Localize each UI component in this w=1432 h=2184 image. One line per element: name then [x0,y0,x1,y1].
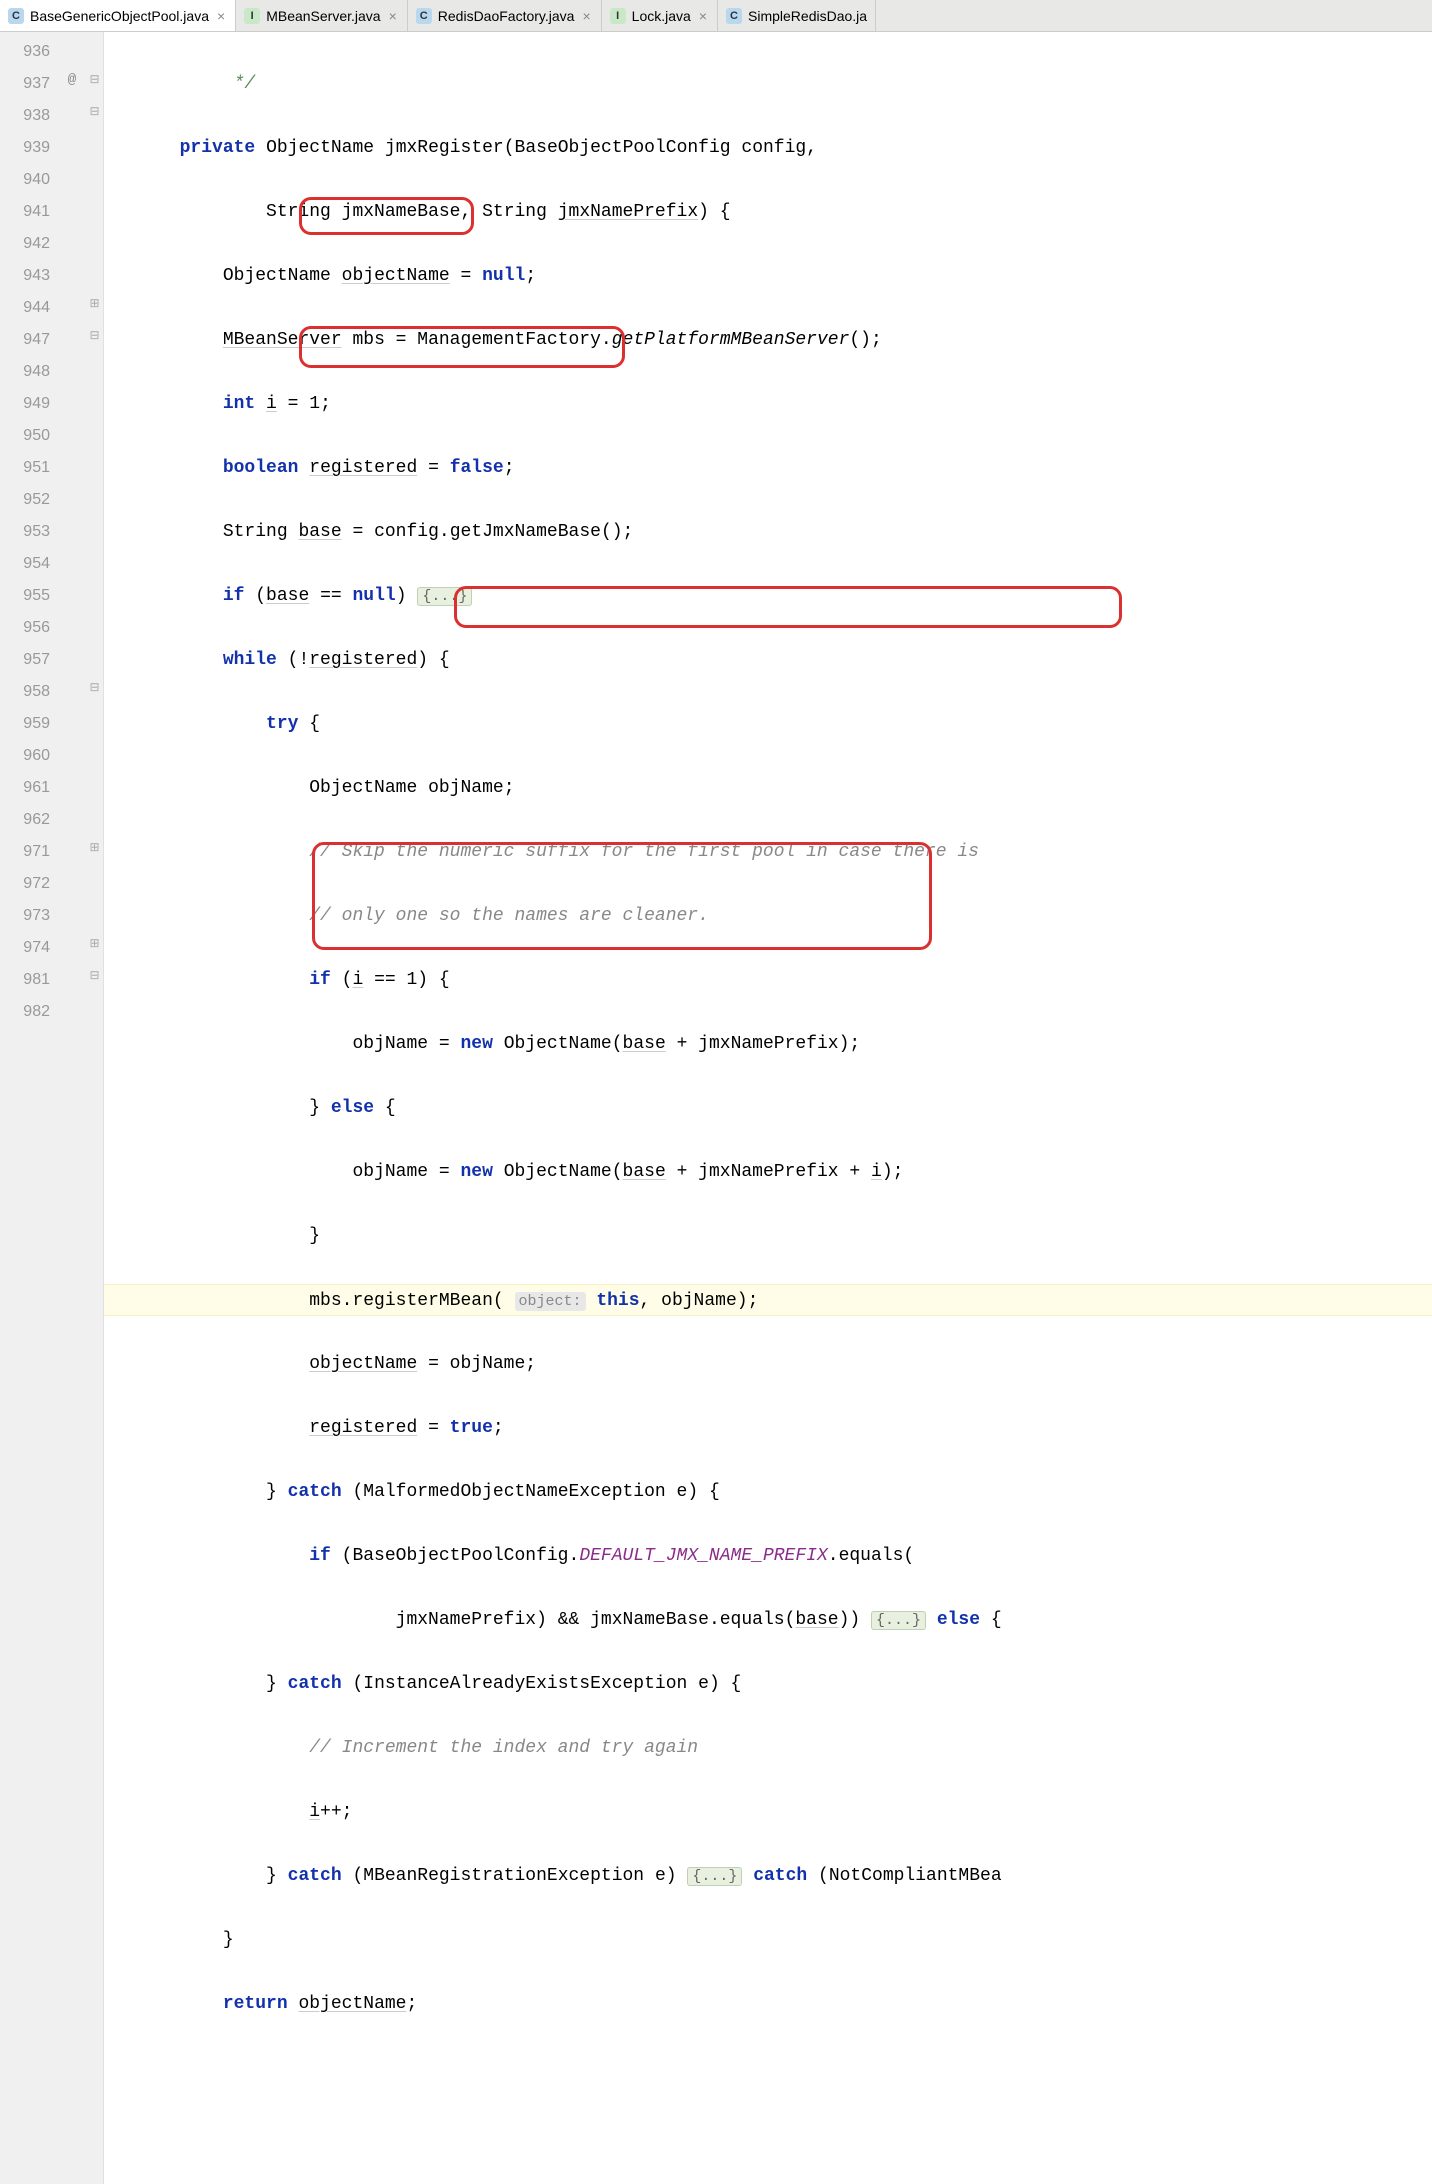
code-editor[interactable]: 9369379389399409419429439449479489499509… [0,32,1432,2184]
class-icon: C [8,8,24,24]
interface-icon: I [610,8,626,24]
code-area[interactable]: */ private ObjectName jmxRegister(BaseOb… [104,32,1432,2184]
class-icon: C [726,8,742,24]
tab-label: SimpleRedisDao.ja [748,8,867,24]
tab-lock[interactable]: I Lock.java × [602,0,718,31]
gutter-annotation-column: @ [58,32,86,2184]
folded-block[interactable]: {...} [687,1867,742,1886]
folded-block[interactable]: {...} [417,587,472,606]
tab-redis-dao-factory[interactable]: C RedisDaoFactory.java × [408,0,602,31]
close-icon[interactable]: × [387,8,399,24]
line-number-gutter: 9369379389399409419429439449479489499509… [0,32,58,2184]
close-icon[interactable]: × [215,8,227,24]
fold-column: ⊟⊟ ⊞⊟ ⊟ ⊞ ⊞⊟ [86,32,104,2184]
tab-label: MBeanServer.java [266,8,380,24]
tab-label: Lock.java [632,8,691,24]
parameter-hint: object: [515,1292,586,1311]
tab-label: BaseGenericObjectPool.java [30,8,209,24]
tab-simple-redis-dao[interactable]: C SimpleRedisDao.ja [718,0,876,31]
tab-mbean-server[interactable]: I MBeanServer.java × [236,0,408,31]
tab-label: RedisDaoFactory.java [438,8,575,24]
close-icon[interactable]: × [580,8,592,24]
close-icon[interactable]: × [697,8,709,24]
folded-block[interactable]: {...} [871,1611,926,1630]
class-icon: C [416,8,432,24]
interface-icon: I [244,8,260,24]
tab-base-generic-object-pool[interactable]: C BaseGenericObjectPool.java × [0,0,236,31]
editor-tabs: C BaseGenericObjectPool.java × I MBeanSe… [0,0,1432,32]
